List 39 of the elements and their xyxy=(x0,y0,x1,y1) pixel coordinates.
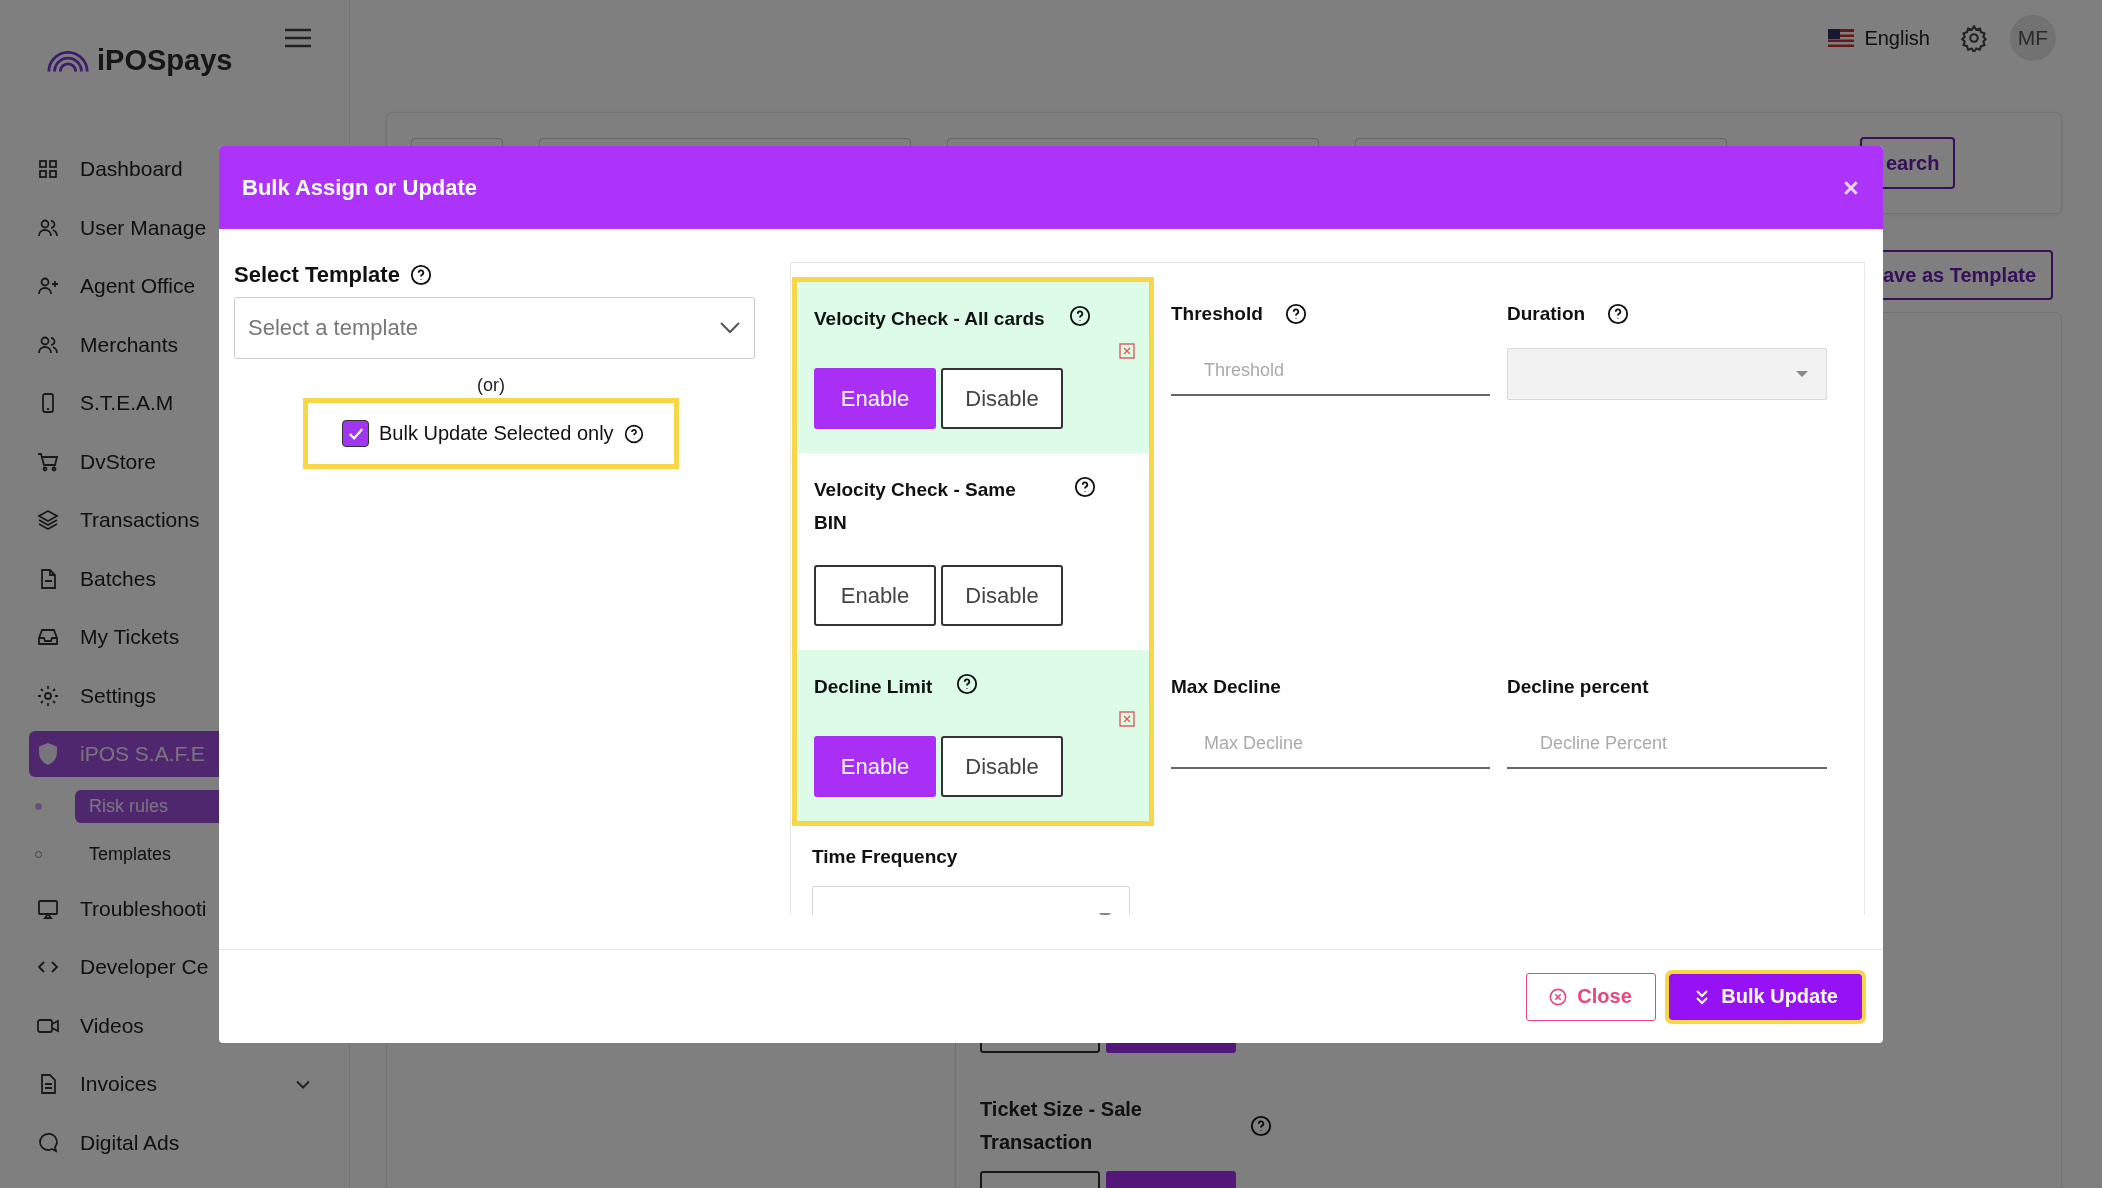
template-dropdown[interactable]: Select a template xyxy=(234,297,755,359)
language-selector[interactable]: English xyxy=(1828,26,1930,50)
sidebar-item[interactable]: My Tickets xyxy=(29,614,310,660)
sidebar-item[interactable]: Troubleshooti xyxy=(29,885,310,932)
toggle-button[interactable]: Disable xyxy=(941,368,1063,429)
sidebar-item[interactable]: S.T.E.A.M xyxy=(29,380,310,426)
sidebar-item[interactable]: Invoices xyxy=(29,1061,310,1107)
rule-title: Ticket Size - Sale Transaction xyxy=(980,1097,1143,1155)
rule-title: Velocity Check - All cards xyxy=(814,307,1045,331)
sidebar-item[interactable]: Developer Ce xyxy=(29,944,310,990)
field-label: Threshold xyxy=(1171,303,1263,325)
checkbox-label: Bulk Update Selected only xyxy=(379,422,614,445)
modal-title: Bulk Assign or Update xyxy=(242,174,478,201)
toggle-button[interactable]: Disable xyxy=(941,736,1063,797)
toggle-button[interactable]: Enable xyxy=(814,736,936,797)
toggle-button[interactable]: Enable xyxy=(814,565,936,626)
sidebar-item[interactable]: Videos xyxy=(29,1002,310,1049)
rule-title: Decline Limit xyxy=(814,675,933,699)
sidebar-item[interactable]: Digital Ads xyxy=(29,1119,310,1166)
input-field[interactable]: Threshold xyxy=(1171,346,1490,396)
input-field[interactable]: Max Decline xyxy=(1171,719,1490,769)
close-button[interactable]: Close xyxy=(1526,972,1657,1021)
toggle-button[interactable]: Enable xyxy=(814,368,936,429)
field-label: Max Decline xyxy=(1171,676,1281,698)
sidebar-item[interactable]: Settings xyxy=(29,672,310,719)
input-field[interactable]: Decline Percent xyxy=(1507,719,1827,769)
rule-title: Velocity Check - Same BIN xyxy=(814,478,1017,535)
logo-text: iPOSpays xyxy=(97,43,233,77)
sidebar-item[interactable]: Transactions xyxy=(29,497,310,543)
user-avatar[interactable]: MF xyxy=(2010,15,2056,61)
field-label: Select Template xyxy=(234,262,400,288)
or-text: (or) xyxy=(476,374,506,396)
field-label: Duration xyxy=(1507,303,1586,325)
field-label: Decline percent xyxy=(1507,676,1649,698)
field-label: Time Frequency xyxy=(812,846,958,868)
sidebar-item[interactable]: DvStore xyxy=(29,438,310,485)
sidebar-item[interactable]: Batches xyxy=(29,555,310,602)
toggle-button[interactable]: Disable xyxy=(941,565,1063,626)
sidebar-item[interactable]: User Manage xyxy=(29,204,310,251)
